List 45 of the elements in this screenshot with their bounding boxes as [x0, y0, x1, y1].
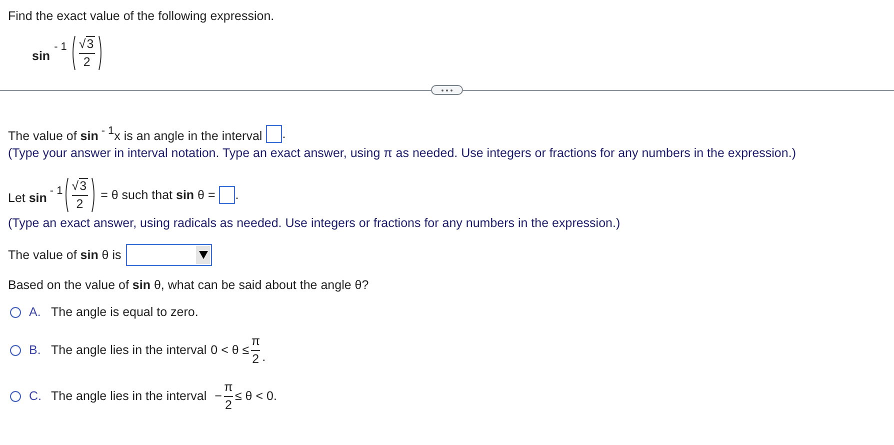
answer-box[interactable]: [219, 186, 236, 204]
option-letter: A.: [29, 305, 42, 319]
left-parenthesis-icon: [62, 177, 69, 213]
radicand: 3: [86, 36, 95, 50]
numerator: π: [251, 334, 260, 348]
function-name: sin: [32, 49, 50, 63]
option-letter: C.: [29, 389, 42, 403]
period: .: [235, 188, 239, 202]
option-text: The angle lies in the interval: [51, 343, 207, 357]
answer-dropdown[interactable]: [126, 244, 212, 266]
radio-button[interactable]: [10, 306, 21, 318]
exponent: - 1: [54, 41, 67, 53]
right-parenthesis-icon: [98, 35, 104, 71]
expand-button[interactable]: [431, 85, 463, 95]
step-text: The value of sin θ is: [8, 248, 122, 262]
answer-box[interactable]: [266, 125, 282, 143]
dropdown-arrow-icon: [198, 251, 208, 259]
answer-hint: (Type your answer in interval notation. Type an exact answer, using π as needed. Use integers or fractions for any numbers in the expression.): [8, 145, 797, 161]
denominator: 2: [76, 196, 84, 212]
radical-sign: √: [72, 178, 79, 192]
math-text: ≤ θ < 0.: [234, 389, 277, 403]
radio-button[interactable]: [10, 390, 21, 402]
step-text: Let sin$^{- 1}$: [8, 185, 63, 205]
step-text: The value of sin$^{- 1}$x is an angle in the interval: [8, 125, 262, 143]
option-text: The angle lies in the interval: [51, 389, 207, 403]
left-parenthesis-icon: [70, 35, 76, 71]
period: .: [282, 127, 286, 141]
math-text: .: [262, 350, 266, 364]
radicand: 3: [78, 178, 88, 192]
math-text: 0 < θ ≤: [210, 343, 250, 357]
question-prompt: Find the exact value of the following expression.: [8, 8, 276, 25]
radio-button[interactable]: [10, 344, 21, 356]
question-text: Based on the value of sin θ, what can be said about the angle θ?: [8, 277, 370, 294]
step-text: = θ such that sin θ =: [100, 188, 216, 202]
denominator: 2: [83, 54, 90, 70]
option-text: The angle is equal to zero.: [51, 305, 198, 319]
ellipsis-icon: [441, 88, 453, 92]
numerator: π: [224, 380, 233, 394]
answer-hint: (Type an exact answer, using radicals as needed. Use integers or fractions for any numbers in the expression.): [8, 215, 622, 231]
right-parenthesis-icon: [90, 177, 97, 213]
math-text: −: [214, 389, 222, 403]
option-letter: B.: [29, 343, 42, 357]
denominator: 2: [224, 398, 232, 412]
radical-sign: √: [78, 36, 86, 50]
denominator: 2: [252, 352, 260, 366]
